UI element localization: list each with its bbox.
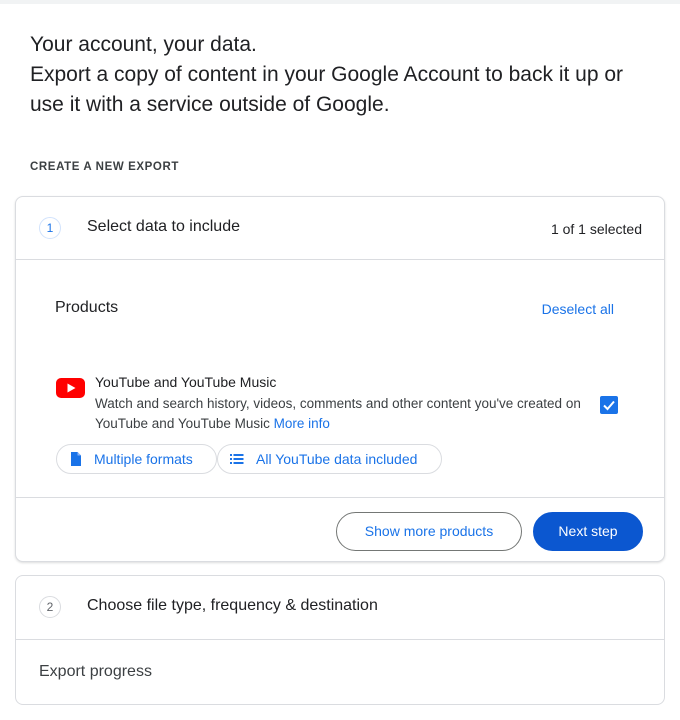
youtube-logo-icon <box>56 378 85 398</box>
step-1-header[interactable]: 1 Select data to include 1 of 1 selected <box>16 197 664 259</box>
deselect-all-link[interactable]: Deselect all <box>542 301 614 317</box>
page-intro: Your account, your data. Export a copy o… <box>30 30 660 120</box>
divider <box>16 639 664 640</box>
divider <box>16 497 664 498</box>
document-icon <box>71 452 81 466</box>
show-more-products-button[interactable]: Show more products <box>336 512 522 551</box>
multiple-formats-chip[interactable]: Multiple formats <box>56 444 217 474</box>
selected-count: 1 of 1 selected <box>550 221 642 237</box>
section-label: CREATE A NEW EXPORT <box>30 161 179 173</box>
step-1-title: Select data to include <box>87 218 240 235</box>
intro-heading: Your account, your data. <box>30 33 257 56</box>
product-description: Watch and search history, videos, commen… <box>95 394 595 434</box>
product-checkbox[interactable] <box>600 396 618 414</box>
intro-description: Export a copy of content in your Google … <box>30 63 624 116</box>
chip-label: All YouTube data included <box>256 451 418 467</box>
all-youtube-data-chip[interactable]: All YouTube data included <box>217 444 442 474</box>
more-info-link[interactable]: More info <box>274 416 330 431</box>
export-progress-label: Export progress <box>39 663 152 680</box>
step-2-card: 2 Choose file type, frequency & destinat… <box>15 575 665 705</box>
check-icon <box>603 400 615 411</box>
step-1-number: 1 <box>39 217 61 239</box>
list-icon <box>230 454 244 464</box>
step-1-card: 1 Select data to include 1 of 1 selected… <box>15 196 665 562</box>
divider <box>16 259 664 260</box>
step-2-header[interactable]: 2 Choose file type, frequency & destinat… <box>16 576 664 638</box>
top-bar <box>0 0 680 4</box>
products-label: Products <box>55 299 119 316</box>
step-2-title: Choose file type, frequency & destinatio… <box>87 597 378 614</box>
step-2-number: 2 <box>39 596 61 618</box>
chip-label: Multiple formats <box>94 451 193 467</box>
product-name: YouTube and YouTube Music <box>95 374 277 390</box>
product-description-text: Watch and search history, videos, commen… <box>95 396 581 431</box>
next-step-button[interactable]: Next step <box>533 512 643 551</box>
